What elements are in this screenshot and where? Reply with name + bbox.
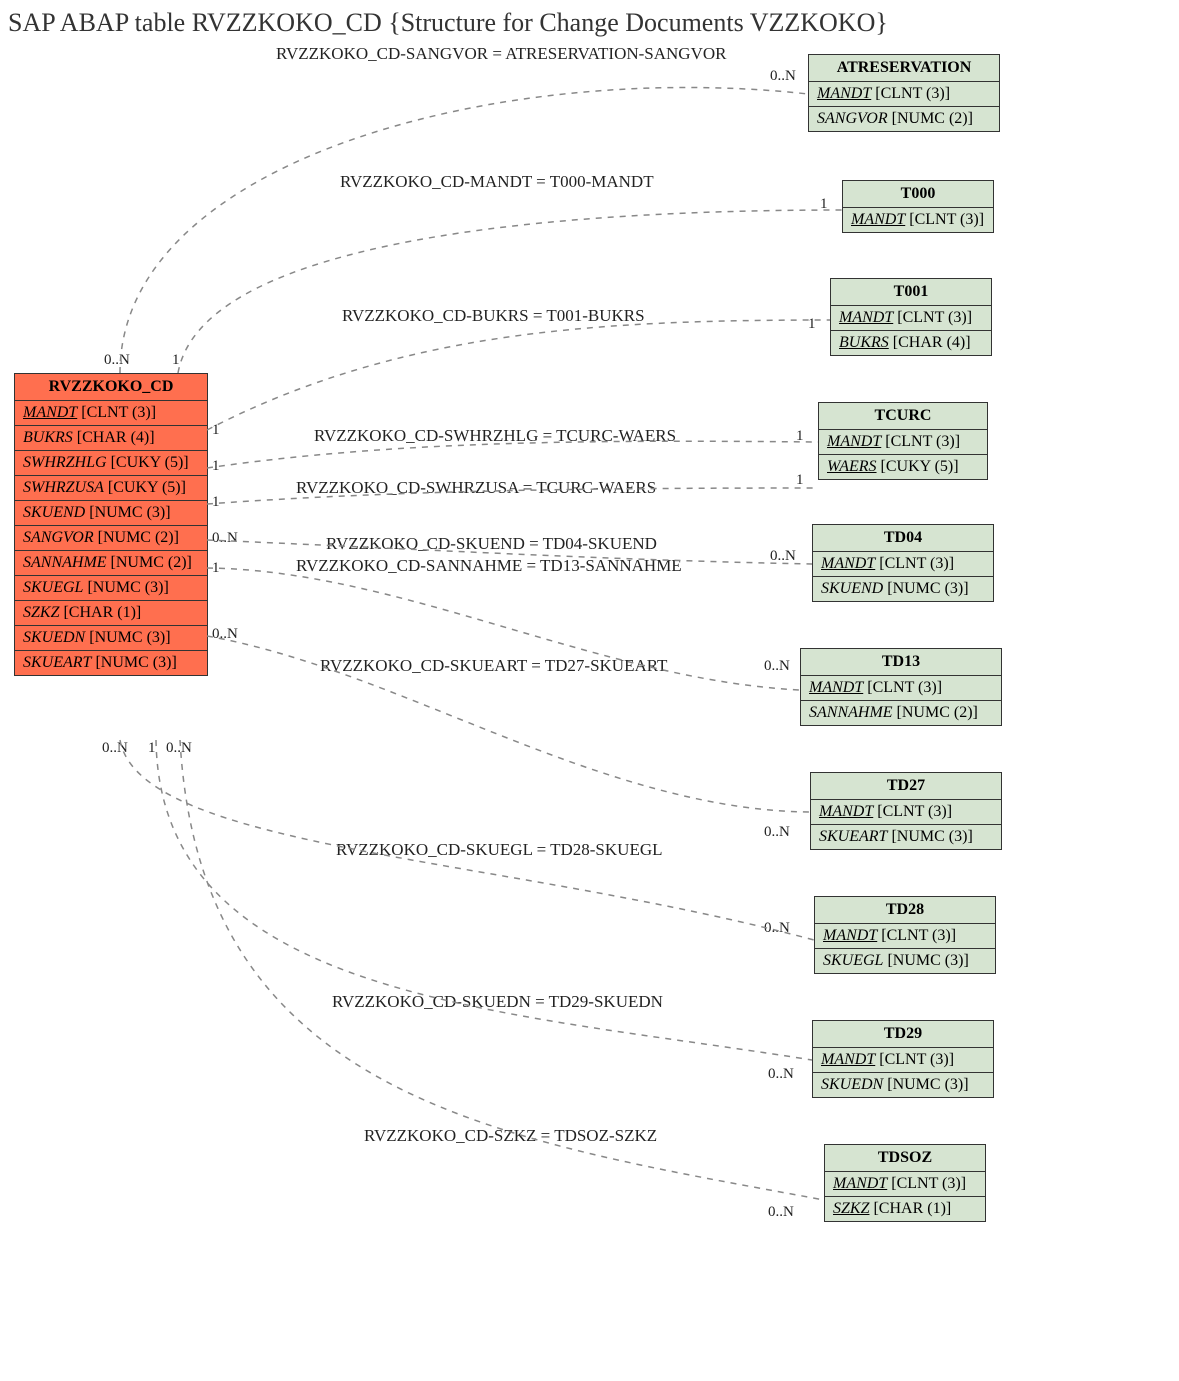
field-row: MANDT [CLNT (3)] [831, 306, 991, 331]
field-row: MANDT [CLNT (3)] [15, 401, 207, 426]
cardinality: 0..N [764, 658, 790, 675]
entity-td13: TD13MANDT [CLNT (3)]SANNAHME [NUMC (2)] [800, 648, 1002, 726]
field-row: SKUEND [NUMC (3)] [15, 501, 207, 526]
field-row: MANDT [CLNT (3)] [813, 1048, 993, 1073]
cardinality: 1 [212, 494, 220, 511]
field-row: SZKZ [CHAR (1)] [825, 1197, 985, 1221]
entity-header: TD04 [813, 525, 993, 552]
cardinality: 1 [148, 740, 156, 757]
field-row: BUKRS [CHAR (4)] [831, 331, 991, 355]
relation-label: RVZZKOKO_CD-SKUEND = TD04-SKUEND [326, 534, 657, 554]
field-row: WAERS [CUKY (5)] [819, 455, 987, 479]
relation-label: RVZZKOKO_CD-SWHRZHLG = TCURC-WAERS [314, 426, 676, 446]
entity-header: ATRESERVATION [809, 55, 999, 82]
cardinality: 1 [212, 458, 220, 475]
field-row: MANDT [CLNT (3)] [811, 800, 1001, 825]
field-row: SANGVOR [NUMC (2)] [809, 107, 999, 131]
cardinality: 1 [796, 428, 804, 445]
cardinality: 0..N [212, 626, 238, 643]
entity-tcurc: TCURCMANDT [CLNT (3)]WAERS [CUKY (5)] [818, 402, 988, 480]
entity-header: TDSOZ [825, 1145, 985, 1172]
field-row: MANDT [CLNT (3)] [825, 1172, 985, 1197]
cardinality: 0..N [166, 740, 192, 757]
entity-header: TD27 [811, 773, 1001, 800]
entity-t001: T001MANDT [CLNT (3)]BUKRS [CHAR (4)] [830, 278, 992, 356]
field-row: SKUEART [NUMC (3)] [811, 825, 1001, 849]
cardinality: 0..N [768, 1066, 794, 1083]
relation-label: RVZZKOKO_CD-BUKRS = T001-BUKRS [342, 306, 645, 326]
field-row: SKUEDN [NUMC (3)] [15, 626, 207, 651]
field-row: MANDT [CLNT (3)] [815, 924, 995, 949]
entity-header: TD29 [813, 1021, 993, 1048]
relation-label: RVZZKOKO_CD-SKUEART = TD27-SKUEART [320, 656, 667, 676]
field-row: MANDT [CLNT (3)] [813, 552, 993, 577]
cardinality: 1 [796, 472, 804, 489]
cardinality: 0..N [764, 824, 790, 841]
relation-label: RVZZKOKO_CD-MANDT = T000-MANDT [340, 172, 654, 192]
field-row: SWHRZUSA [CUKY (5)] [15, 476, 207, 501]
field-row: SKUEDN [NUMC (3)] [813, 1073, 993, 1097]
diagram-title: SAP ABAP table RVZZKOKO_CD {Structure fo… [8, 8, 1168, 38]
field-row: SWHRZHLG [CUKY (5)] [15, 451, 207, 476]
field-row: BUKRS [CHAR (4)] [15, 426, 207, 451]
cardinality: 0..N [104, 352, 130, 369]
field-row: SANNAHME [NUMC (2)] [801, 701, 1001, 725]
field-row: SKUEART [NUMC (3)] [15, 651, 207, 675]
field-row: SZKZ [CHAR (1)] [15, 601, 207, 626]
field-row: SKUEGL [NUMC (3)] [815, 949, 995, 973]
cardinality: 0..N [102, 740, 128, 757]
field-row: MANDT [CLNT (3)] [801, 676, 1001, 701]
entity-tdsoz: TDSOZMANDT [CLNT (3)]SZKZ [CHAR (1)] [824, 1144, 986, 1222]
entity-td27: TD27MANDT [CLNT (3)]SKUEART [NUMC (3)] [810, 772, 1002, 850]
entity-header: TD13 [801, 649, 1001, 676]
entity-header: T000 [843, 181, 993, 208]
cardinality: 1 [808, 316, 816, 333]
connector-layer [0, 0, 1179, 1381]
field-row: MANDT [CLNT (3)] [809, 82, 999, 107]
entity-header: TD28 [815, 897, 995, 924]
relation-label: RVZZKOKO_CD-SZKZ = TDSOZ-SZKZ [364, 1126, 657, 1146]
entity-rvzzkoko-cd: RVZZKOKO_CD MANDT [CLNT (3)]BUKRS [CHAR … [14, 373, 208, 676]
cardinality: 0..N [770, 68, 796, 85]
entity-td28: TD28MANDT [CLNT (3)]SKUEGL [NUMC (3)] [814, 896, 996, 974]
field-row: MANDT [CLNT (3)] [819, 430, 987, 455]
field-row: SKUEGL [NUMC (3)] [15, 576, 207, 601]
field-row: SANNAHME [NUMC (2)] [15, 551, 207, 576]
cardinality: 1 [212, 422, 220, 439]
entity-header: RVZZKOKO_CD [15, 374, 207, 401]
entity-header: TCURC [819, 403, 987, 430]
entity-atreservation: ATRESERVATIONMANDT [CLNT (3)]SANGVOR [NU… [808, 54, 1000, 132]
field-row: SANGVOR [NUMC (2)] [15, 526, 207, 551]
field-row: MANDT [CLNT (3)] [843, 208, 993, 232]
entity-header: T001 [831, 279, 991, 306]
relation-label: RVZZKOKO_CD-SANGVOR = ATRESERVATION-SANG… [276, 44, 726, 64]
cardinality: 0..N [212, 530, 238, 547]
entity-td04: TD04MANDT [CLNT (3)]SKUEND [NUMC (3)] [812, 524, 994, 602]
field-row: SKUEND [NUMC (3)] [813, 577, 993, 601]
cardinality: 1 [212, 560, 220, 577]
cardinality: 0..N [764, 920, 790, 937]
relation-label: RVZZKOKO_CD-SKUEDN = TD29-SKUEDN [332, 992, 663, 1012]
relation-label: RVZZKOKO_CD-SKUEGL = TD28-SKUEGL [336, 840, 663, 860]
entity-td29: TD29MANDT [CLNT (3)]SKUEDN [NUMC (3)] [812, 1020, 994, 1098]
cardinality: 0..N [768, 1204, 794, 1221]
relation-label: RVZZKOKO_CD-SWHRZUSA = TCURC-WAERS [296, 478, 656, 498]
entity-t000: T000MANDT [CLNT (3)] [842, 180, 994, 233]
relation-label: RVZZKOKO_CD-SANNAHME = TD13-SANNAHME [296, 556, 682, 576]
cardinality: 0..N [770, 548, 796, 565]
cardinality: 1 [172, 352, 180, 369]
cardinality: 1 [820, 196, 828, 213]
